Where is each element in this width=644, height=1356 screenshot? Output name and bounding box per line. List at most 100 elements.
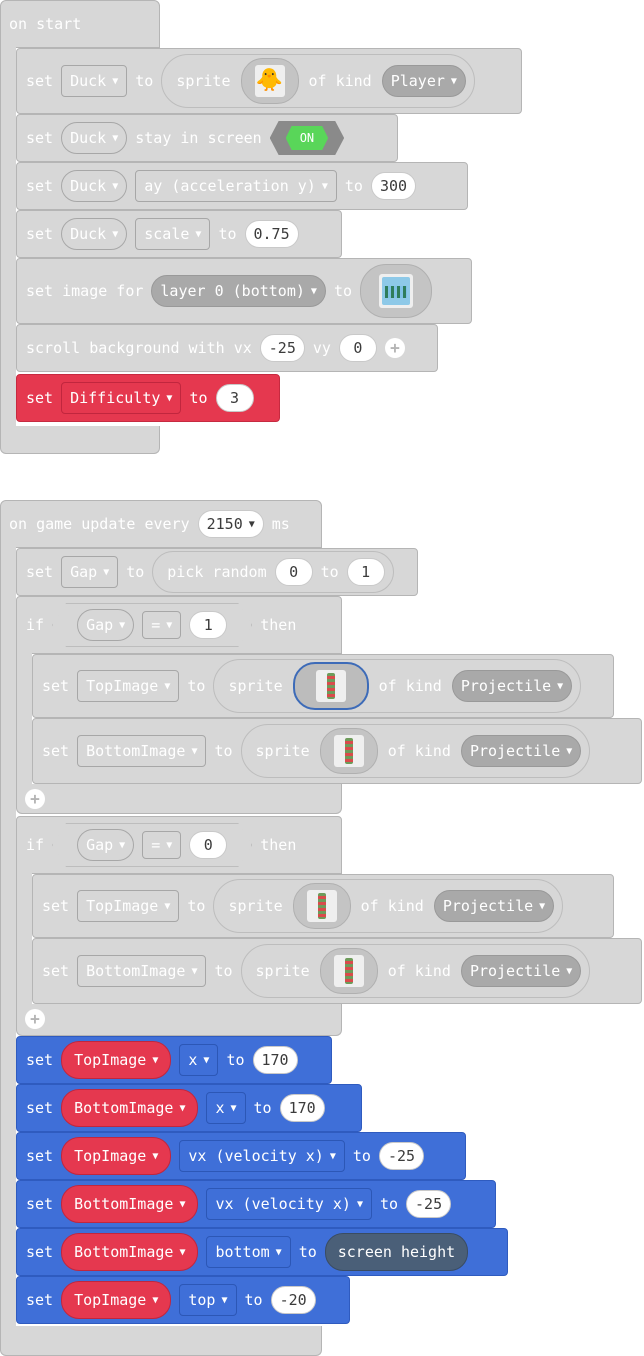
property-dropdown[interactable]: scale ▼ bbox=[135, 218, 211, 250]
set-background-image-block[interactable]: set image for layer 0 (bottom) ▼ to bbox=[16, 258, 472, 324]
x-value-input[interactable]: 170 bbox=[279, 1094, 325, 1122]
toggle-on-label: ON bbox=[285, 126, 329, 150]
property-dropdown[interactable]: vx (velocity x) ▼ bbox=[206, 1188, 372, 1220]
property-dropdown[interactable]: x ▼ bbox=[206, 1092, 246, 1124]
bottomimage-variable-dropdown[interactable]: BottomImage ▼ bbox=[77, 735, 207, 767]
duck-variable-dropdown[interactable]: Duck ▼ bbox=[61, 218, 128, 250]
gap-variable-dropdown[interactable]: Gap ▼ bbox=[61, 556, 119, 588]
duck-icon: 🐥 bbox=[255, 68, 284, 93]
bottomimage-variable-dropdown[interactable]: BottomImage ▼ bbox=[61, 1233, 199, 1271]
property-dropdown[interactable]: x ▼ bbox=[179, 1044, 219, 1076]
property-dropdown[interactable]: ay (acceleration y) ▼ bbox=[135, 170, 337, 202]
duck-variable-dropdown[interactable]: Duck ▼ bbox=[61, 170, 128, 202]
stay-toggle[interactable]: ON bbox=[269, 121, 345, 155]
bottomimage-variable-dropdown[interactable]: BottomImage ▼ bbox=[61, 1185, 199, 1223]
background-image-picker[interactable] bbox=[360, 264, 432, 318]
pillar-icon bbox=[344, 958, 353, 984]
random-min-input[interactable]: 0 bbox=[274, 558, 313, 586]
kind-dropdown[interactable]: Projectile ▼ bbox=[460, 955, 582, 987]
variable-label: Gap bbox=[86, 836, 114, 854]
topimage-variable-dropdown[interactable]: TopImage ▼ bbox=[61, 1041, 172, 1079]
sprite-create-reporter[interactable]: sprite of kind Projectile ▼ bbox=[240, 944, 591, 998]
compare-value-input[interactable]: 0 bbox=[189, 831, 228, 859]
on-game-update-hat[interactable]: on game update every 2150 ▼ ms bbox=[0, 500, 322, 548]
scroll-vy-input[interactable]: 0 bbox=[338, 334, 377, 362]
pillar-image-picker[interactable] bbox=[292, 662, 369, 710]
topimage-variable-dropdown[interactable]: TopImage ▼ bbox=[77, 670, 180, 702]
set-topimage-x-block[interactable]: set TopImage ▼ x ▼ to 170 bbox=[16, 1036, 332, 1084]
on-game-update-label: on game update every bbox=[9, 515, 190, 533]
scroll-vx-input[interactable]: -25 bbox=[259, 334, 305, 362]
bottomimage-variable-dropdown[interactable]: BottomImage ▼ bbox=[77, 955, 207, 987]
screen-height-reporter[interactable]: screen height bbox=[324, 1233, 469, 1271]
of-kind-keyword: of kind bbox=[308, 72, 372, 90]
bottomimage-variable-dropdown[interactable]: BottomImage ▼ bbox=[61, 1089, 199, 1127]
variable-label: Difficulty bbox=[70, 389, 161, 407]
add-else-icon[interactable]: + bbox=[25, 1009, 45, 1029]
set-bottomimage-bottom-block[interactable]: set BottomImage ▼ bottom ▼ to screen heigh… bbox=[16, 1228, 508, 1276]
vx-value-input[interactable]: -25 bbox=[378, 1142, 425, 1170]
pick-random-reporter[interactable]: pick random 0 to 1 bbox=[152, 551, 394, 593]
duck-variable-dropdown[interactable]: Duck ▼ bbox=[61, 122, 128, 154]
duck-image-picker[interactable]: 🐥 bbox=[240, 58, 299, 104]
of-kind-keyword: of kind bbox=[387, 962, 451, 980]
random-max-input[interactable]: 1 bbox=[346, 558, 385, 586]
kind-dropdown[interactable]: Projectile ▼ bbox=[451, 670, 573, 702]
ay-value-input[interactable]: 300 bbox=[370, 172, 417, 200]
x-value-input[interactable]: 170 bbox=[252, 1046, 298, 1074]
set-duck-sprite-block[interactable]: set Duck ▼ to sprite 🐥 of kind Player ▼ bbox=[16, 48, 522, 114]
set-bottomimage-sprite-block[interactable]: set BottomImage ▼ to sprite of kind Proje… bbox=[32, 718, 642, 784]
difficulty-value-input[interactable]: 3 bbox=[215, 384, 254, 412]
kind-dropdown[interactable]: Projectile ▼ bbox=[460, 735, 582, 767]
top-value-input[interactable]: -20 bbox=[270, 1286, 316, 1314]
compare-condition[interactable]: Gap ▼ = ▼ 1 bbox=[52, 603, 253, 647]
set-gap-block[interactable]: set Gap ▼ to pick random 0 to 1 bbox=[16, 548, 418, 596]
kind-dropdown[interactable]: Projectile ▼ bbox=[433, 890, 555, 922]
operator-dropdown[interactable]: = ▼ bbox=[142, 611, 182, 639]
vx-value-input[interactable]: -25 bbox=[406, 1190, 452, 1218]
duck-variable-dropdown[interactable]: Duck ▼ bbox=[61, 65, 128, 97]
set-bottomimage-sprite-block[interactable]: set BottomImage ▼ to sprite of kind Proje… bbox=[32, 938, 642, 1004]
to-keyword: to bbox=[187, 897, 206, 915]
set-topimage-sprite-block[interactable]: set TopImage ▼ to sprite of kind Projecti… bbox=[32, 654, 614, 718]
set-ay-block[interactable]: set Duck ▼ ay (acceleration y) ▼ to 300 bbox=[16, 162, 468, 210]
gap-variable-dropdown[interactable]: Gap ▼ bbox=[77, 609, 135, 641]
if-gap-1-header[interactable]: if Gap ▼ = ▼ 1 then bbox=[16, 596, 342, 654]
set-topimage-top-block[interactable]: set TopImage ▼ top ▼ to -20 bbox=[16, 1276, 350, 1324]
topimage-variable-dropdown[interactable]: TopImage ▼ bbox=[61, 1281, 172, 1319]
scroll-background-block[interactable]: scroll background with vx -25 vy 0 + bbox=[16, 324, 438, 372]
compare-condition[interactable]: Gap ▼ = ▼ 0 bbox=[52, 823, 253, 867]
sprite-create-reporter[interactable]: sprite 🐥 of kind Player ▼ bbox=[161, 54, 475, 108]
set-difficulty-block[interactable]: set Difficulty ▼ to 3 bbox=[16, 374, 280, 422]
operator-dropdown[interactable]: = ▼ bbox=[142, 831, 182, 859]
layer-dropdown[interactable]: layer 0 (bottom) ▼ bbox=[151, 275, 326, 307]
set-bottomimage-vx-block[interactable]: set BottomImage ▼ vx (velocity x) ▼ to -25 bbox=[16, 1180, 496, 1228]
compare-value-input[interactable]: 1 bbox=[189, 611, 228, 639]
set-bottomimage-x-block[interactable]: set BottomImage ▼ x ▼ to 170 bbox=[16, 1084, 362, 1132]
set-scale-block[interactable]: set Duck ▼ scale ▼ to 0.75 bbox=[16, 210, 342, 258]
topimage-variable-dropdown[interactable]: TopImage ▼ bbox=[61, 1137, 172, 1175]
sprite-create-reporter[interactable]: sprite of kind Projectile ▼ bbox=[240, 724, 591, 778]
add-argument-icon[interactable]: + bbox=[384, 338, 405, 358]
set-topimage-sprite-block[interactable]: set TopImage ▼ to sprite of kind Projecti… bbox=[32, 874, 614, 938]
pillar-image-picker[interactable] bbox=[292, 883, 351, 929]
pillar-image-picker[interactable] bbox=[319, 728, 378, 774]
pillar-image-picker[interactable] bbox=[319, 948, 378, 994]
if-gap-0-header[interactable]: if Gap ▼ = ▼ 0 then bbox=[16, 816, 342, 874]
sprite-keyword: sprite bbox=[176, 72, 231, 90]
topimage-variable-dropdown[interactable]: TopImage ▼ bbox=[77, 890, 180, 922]
sprite-create-reporter[interactable]: sprite of kind Projectile ▼ bbox=[213, 879, 564, 933]
on-start-hat[interactable]: on start bbox=[0, 0, 160, 48]
add-else-icon[interactable]: + bbox=[25, 789, 45, 809]
kind-dropdown[interactable]: Player ▼ bbox=[381, 65, 466, 97]
set-topimage-vx-block[interactable]: set TopImage ▼ vx (velocity x) ▼ to -25 bbox=[16, 1132, 466, 1180]
scale-value-input[interactable]: 0.75 bbox=[244, 220, 299, 248]
stay-in-screen-block[interactable]: set Duck ▼ stay in screen ON bbox=[16, 114, 398, 162]
gap-variable-dropdown[interactable]: Gap ▼ bbox=[77, 829, 135, 861]
property-dropdown[interactable]: bottom ▼ bbox=[206, 1236, 291, 1268]
property-dropdown[interactable]: top ▼ bbox=[179, 1284, 237, 1316]
sprite-create-reporter[interactable]: sprite of kind Projectile ▼ bbox=[213, 659, 582, 713]
property-dropdown[interactable]: vx (velocity x) ▼ bbox=[179, 1140, 345, 1172]
interval-dropdown[interactable]: 2150 ▼ bbox=[197, 510, 264, 538]
difficulty-variable-dropdown[interactable]: Difficulty ▼ bbox=[61, 382, 182, 414]
